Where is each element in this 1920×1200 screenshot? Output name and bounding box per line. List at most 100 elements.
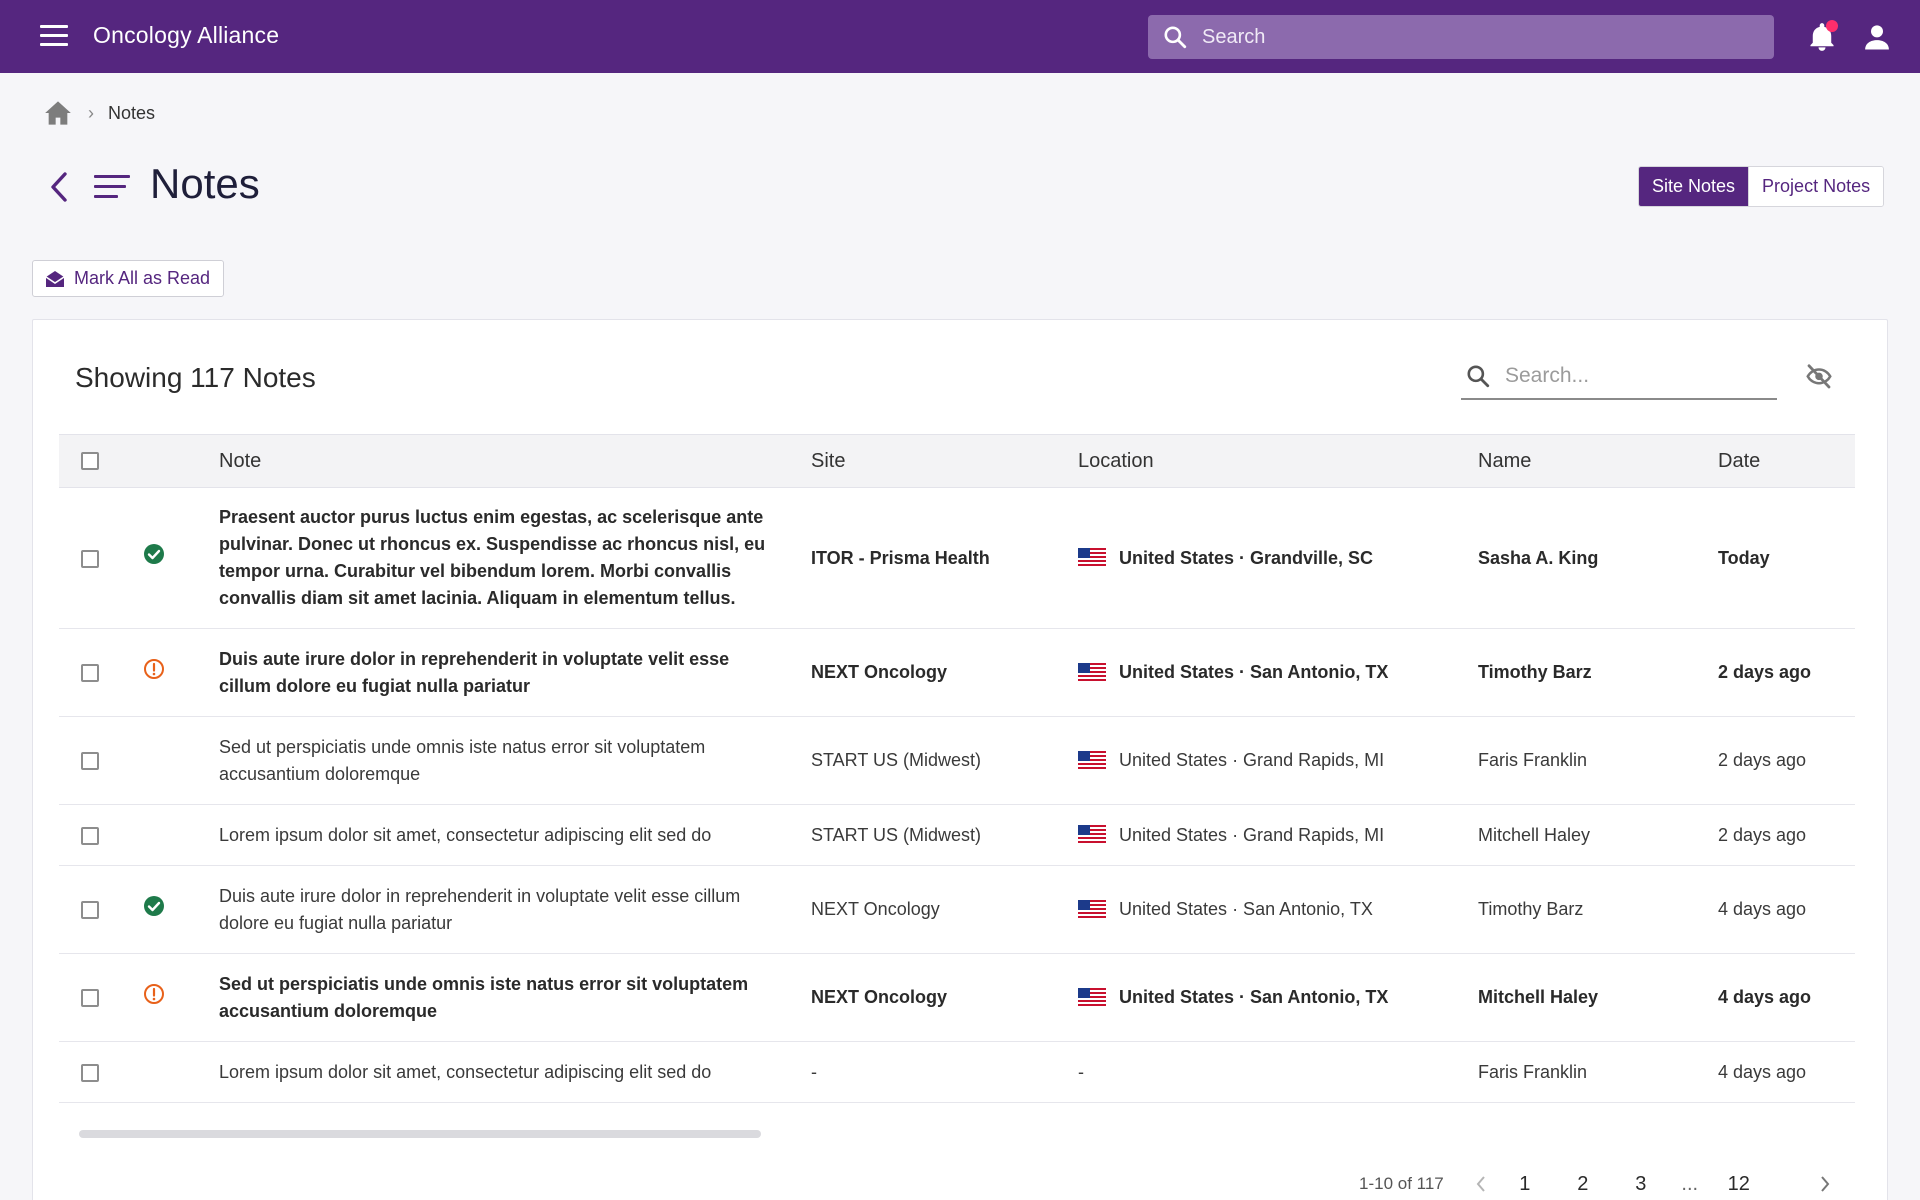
location-cell: United States · Grand Rapids, MI — [1078, 804, 1478, 866]
name-column-header[interactable]: Name — [1478, 434, 1718, 488]
note-cell[interactable]: Sed ut perspiciatis unde omnis iste natu… — [219, 716, 811, 805]
check-circle-icon — [144, 895, 164, 916]
row-checkbox[interactable] — [81, 1063, 99, 1082]
name-cell: Faris Franklin — [1478, 716, 1718, 805]
location-cell: United States · San Antonio, TX — [1078, 628, 1478, 717]
location-text: United States · San Antonio, TX — [1119, 899, 1373, 919]
row-checkbox[interactable] — [81, 752, 99, 771]
us-flag-icon — [1078, 899, 1106, 918]
date-cell: 4 days ago — [1718, 1041, 1855, 1103]
status-column-header — [141, 434, 219, 488]
table-search-box[interactable] — [1461, 353, 1777, 400]
location-cell: United States · San Antonio, TX — [1078, 865, 1478, 954]
table-row[interactable]: Duis aute irure dolor in reprehenderit i… — [59, 865, 1855, 954]
select-all-checkbox[interactable] — [81, 452, 99, 471]
next-page-icon[interactable] — [1810, 1169, 1840, 1199]
location-cell: - — [1078, 1041, 1478, 1103]
project-notes-button[interactable]: Project Notes — [1748, 167, 1884, 206]
location-text: United States · Grandville, SC — [1119, 547, 1374, 568]
mark-all-read-button[interactable]: Mark All as Read — [32, 260, 224, 297]
site-cell: START US (Midwest) — [811, 716, 1078, 805]
date-cell: 2 days ago — [1718, 804, 1855, 866]
site-cell: NEXT Oncology — [811, 953, 1078, 1042]
us-flag-icon — [1078, 750, 1106, 769]
table-header-row: Note Site Location Name Date — [59, 434, 1855, 488]
row-checkbox[interactable] — [81, 549, 99, 568]
date-cell: 2 days ago — [1718, 628, 1855, 717]
location-text: United States · Grand Rapids, MI — [1119, 750, 1385, 770]
site-cell: NEXT Oncology — [811, 628, 1078, 717]
note-cell[interactable]: Duis aute irure dolor in reprehenderit i… — [219, 628, 811, 717]
mark-all-read-label: Mark All as Read — [74, 268, 211, 288]
top-app-bar: Oncology Alliance — [0, 0, 1920, 73]
note-cell[interactable]: Praesent auctor purus luctus enim egesta… — [219, 487, 811, 629]
table-row[interactable]: Lorem ipsum dolor sit amet, consectetur … — [59, 1041, 1855, 1103]
previous-page-icon[interactable] — [1466, 1169, 1496, 1199]
notes-type-toggle: Site Notes Project Notes — [1638, 166, 1885, 207]
location-cell: United States · Grand Rapids, MI — [1078, 716, 1478, 805]
location-text: United States · Grand Rapids, MI — [1119, 824, 1385, 845]
page-12-button[interactable]: 12 — [1710, 1173, 1768, 1196]
check-circle-icon — [144, 544, 164, 564]
date-cell: 4 days ago — [1718, 953, 1855, 1042]
note-cell[interactable]: Lorem ipsum dolor sit amet, consectetur … — [219, 804, 811, 866]
note-cell[interactable]: Duis aute irure dolor in reprehenderit i… — [219, 865, 811, 954]
row-checkbox[interactable] — [81, 664, 99, 683]
row-checkbox[interactable] — [81, 901, 99, 920]
global-search-input[interactable] — [1202, 25, 1742, 49]
alert-circle-icon — [144, 658, 164, 679]
table-search-input[interactable] — [1505, 363, 1765, 388]
site-column-header[interactable]: Site — [811, 434, 1078, 488]
home-icon[interactable] — [44, 100, 72, 126]
location-cell: United States · Grandville, SC — [1078, 487, 1478, 629]
location-cell: United States · San Antonio, TX — [1078, 953, 1478, 1042]
menu-icon[interactable] — [40, 25, 68, 47]
table-row[interactable]: Duis aute irure dolor in reprehenderit i… — [59, 628, 1855, 717]
pagination-range: 1-10 of 117 — [1359, 1174, 1444, 1193]
table-row[interactable]: Lorem ipsum dolor sit amet, consectetur … — [59, 804, 1855, 866]
name-cell: Timothy Barz — [1478, 628, 1718, 717]
back-arrow-icon[interactable] — [48, 170, 70, 204]
user-account-icon[interactable] — [1862, 22, 1892, 52]
global-search-box[interactable] — [1148, 15, 1774, 59]
table-row[interactable]: Sed ut perspiciatis unde omnis iste natu… — [59, 953, 1855, 1042]
date-cell: 4 days ago — [1718, 865, 1855, 954]
table-row[interactable]: Praesent auctor purus luctus enim egesta… — [59, 487, 1855, 629]
table-row[interactable]: Sed ut perspiciatis unde omnis iste natu… — [59, 716, 1855, 805]
date-column-header[interactable]: Date — [1718, 434, 1855, 488]
name-cell: Faris Franklin — [1478, 1041, 1718, 1103]
page-1-button[interactable]: 1 — [1496, 1173, 1554, 1196]
date-cell: Today — [1718, 487, 1855, 629]
row-checkbox[interactable] — [81, 989, 99, 1008]
name-cell: Mitchell Haley — [1478, 804, 1718, 866]
page-title: Notes — [150, 160, 260, 207]
chevron-right-icon: › — [88, 102, 94, 123]
us-flag-icon — [1078, 548, 1106, 567]
page-3-button[interactable]: 3 — [1612, 1173, 1670, 1196]
note-cell[interactable]: Sed ut perspiciatis unde omnis iste natu… — [219, 953, 811, 1042]
name-cell: Sasha A. King — [1478, 487, 1718, 629]
open-envelope-icon — [45, 270, 65, 287]
location-text: - — [1078, 1061, 1084, 1082]
note-column-header[interactable]: Note — [219, 434, 811, 488]
site-cell: START US (Midwest) — [811, 804, 1078, 866]
alert-circle-icon — [144, 983, 164, 1004]
search-icon — [1164, 26, 1187, 49]
us-flag-icon — [1078, 987, 1106, 1006]
site-notes-button[interactable]: Site Notes — [1639, 167, 1749, 206]
note-cell[interactable]: Lorem ipsum dolor sit amet, consectetur … — [219, 1041, 811, 1103]
visibility-off-icon[interactable] — [1803, 362, 1835, 392]
date-cell: 2 days ago — [1718, 716, 1855, 805]
location-text: United States · San Antonio, TX — [1119, 662, 1389, 682]
notes-icon — [94, 175, 130, 201]
pagination: 1-10 of 117 1 2 3 ... 12 — [1359, 1164, 1840, 1200]
search-icon — [1467, 364, 1490, 387]
site-cell: NEXT Oncology — [811, 865, 1078, 954]
name-cell: Timothy Barz — [1478, 865, 1718, 954]
row-checkbox[interactable] — [81, 826, 99, 845]
horizontal-scrollbar[interactable] — [79, 1130, 761, 1138]
site-cell: ITOR - Prisma Health — [811, 487, 1078, 629]
location-column-header[interactable]: Location — [1078, 434, 1478, 488]
name-cell: Mitchell Haley — [1478, 953, 1718, 1042]
page-2-button[interactable]: 2 — [1554, 1173, 1612, 1196]
